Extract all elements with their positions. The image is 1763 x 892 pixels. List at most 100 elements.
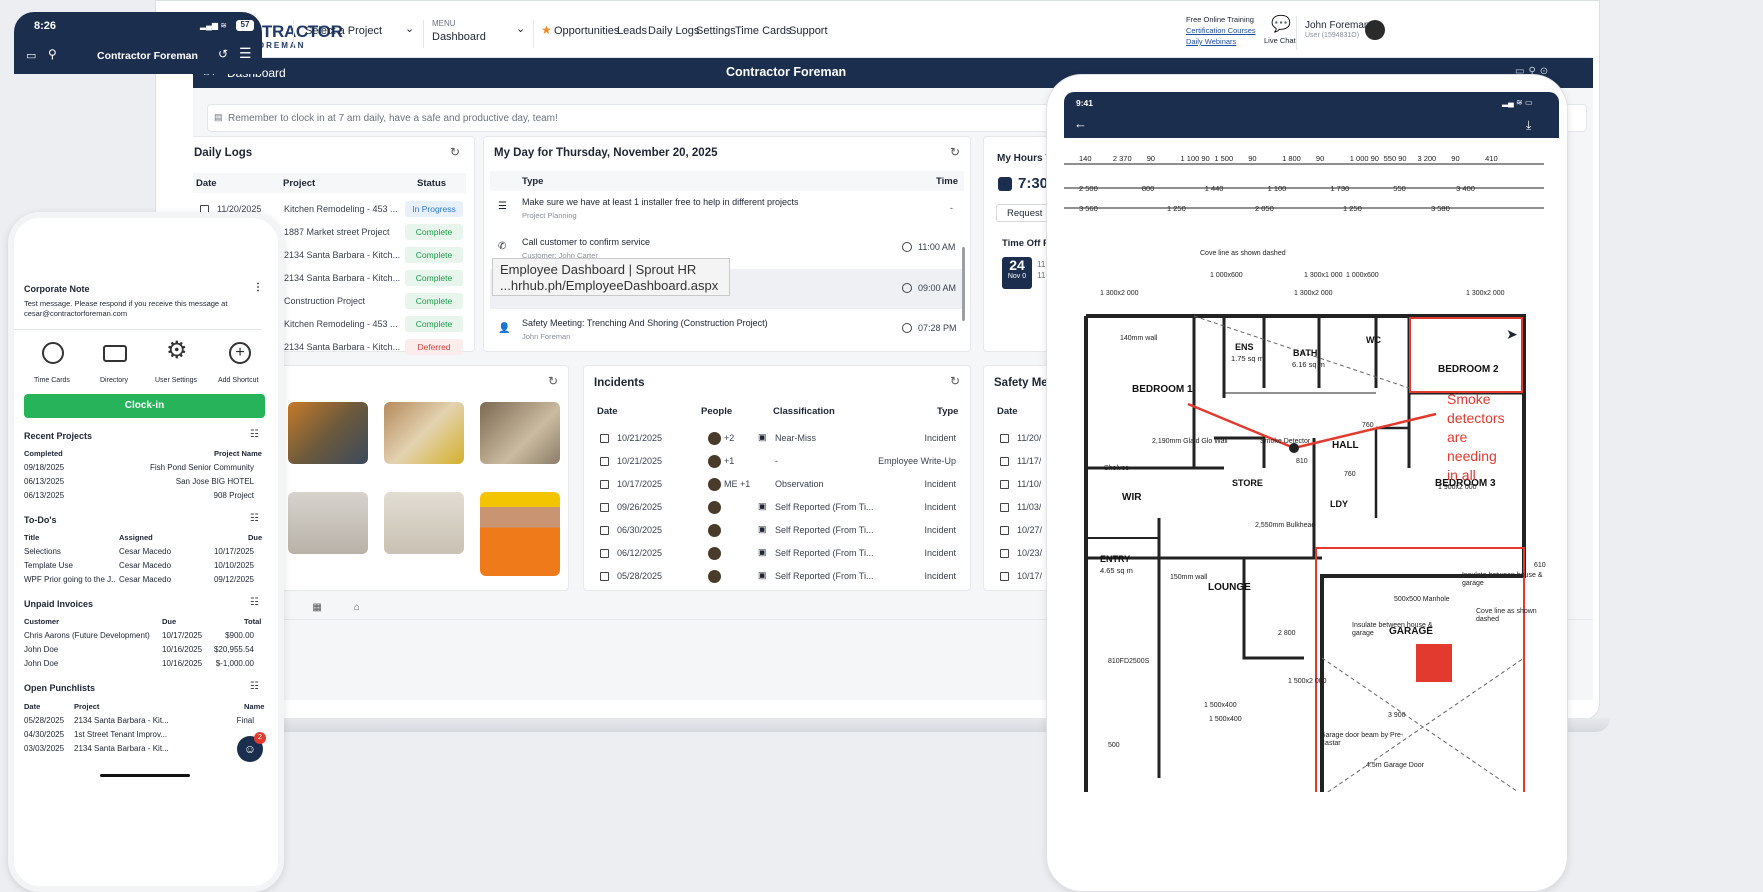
my-day-item-title[interactable]: Call customer to confirm service [522,237,650,247]
cell: 10/16/2025 [162,645,203,654]
list-item[interactable]: 09/18/2025 Fish Pond Senior Community [14,463,262,476]
incidents-card: Incidents ↻ Date People Classification T… [583,365,971,591]
my-day-item-title[interactable]: Safety Meeting: Trenching And Shoring (C… [522,318,768,328]
shortcut-time-cards[interactable]: Time Cards [34,377,70,384]
table-row[interactable]: 10/17/2025 ME +1 Observation Incident [590,474,966,496]
cell: 03/03/2025 [24,744,65,753]
photo-thumb[interactable] [288,492,368,554]
chevron-down-icon[interactable]: ⌄ [516,22,525,35]
shortcut-directory[interactable]: Directory [100,377,128,384]
photo-thumb[interactable] [480,402,560,464]
list-item[interactable]: 06/13/2025 San Jose BIG HOTEL [14,477,262,490]
report-icon: ▣ [758,501,767,511]
dimension-label: 1 250 [1343,204,1362,213]
plan-label: 2,190mm Glaid Glo Wall [1152,438,1228,445]
live-chat-label[interactable]: Live Chat [1264,36,1296,45]
back-arrow-icon[interactable]: ← [1074,116,1087,131]
my-day-item-time: 09:00 AM [918,283,957,293]
gear-icon[interactable]: ⚙ [166,336,188,365]
photo-thumb[interactable] [384,492,464,554]
clock-icon [902,283,912,293]
refresh-icon[interactable]: ↻ [548,374,558,388]
refresh-icon[interactable]: ↻ [950,374,960,388]
list-icon[interactable]: ☷ [250,429,259,440]
refresh-icon[interactable]: ↻ [450,145,460,159]
search-icon[interactable]: ⚲ [48,47,57,61]
more-icon[interactable]: ⋮ [253,282,263,293]
worker-photo[interactable] [480,492,560,576]
shortcut-user-settings[interactable]: User Settings [155,377,197,384]
shortcut-add[interactable]: Add Shortcut [218,377,258,384]
list-item[interactable]: 05/28/2025 2134 Santa Barbara - Kit... Fin… [14,716,262,729]
chevron-down-icon[interactable]: ⌄ [405,22,414,35]
add-icon[interactable]: + [229,342,251,364]
table-row[interactable]: 05/28/2025 ▣ Self Reported (From Ti... I… [590,566,966,588]
list-item[interactable]: WPF Prior going to the J... Cesar Macedo 0… [14,575,262,588]
clock-in-button[interactable]: Clock-in [24,394,265,418]
plan-label: 4.5m Garage Door [1366,762,1424,769]
dimension-label: 1 730 [1330,184,1350,193]
person-icon: 👤 [498,323,511,334]
room-area: 6.16 sq m [1292,360,1325,369]
avatar[interactable] [1365,20,1385,40]
cell: $-1,000.00 [215,659,254,668]
video-icon[interactable]: ▭ [26,49,36,62]
room-label: LOUNGE [1208,582,1251,593]
nav-leads[interactable]: Leads [617,25,647,37]
calendar-icon [1000,526,1009,535]
table-row[interactable]: 10/21/2025 +1 - Employee Write-Up [590,451,966,473]
table-row[interactable]: 06/30/2025 ▣ Self Reported (From Ti... I… [590,520,966,542]
list-item[interactable]: Chris Aarons (Future Development) 10/17/2… [14,631,262,644]
plan-label: 2 800 [1278,630,1296,637]
col-project: Project [74,702,100,711]
nav-settings[interactable]: Settings [696,25,736,37]
list-item[interactable]: Template Use Cesar Macedo 10/10/2025 [14,561,262,574]
table-row[interactable]: 06/12/2025 ▣ Self Reported (From Ti... I… [590,543,966,565]
nav-opportunities[interactable]: Opportunities [554,25,619,37]
list-item[interactable]: 06/13/2025 908 Project [14,491,262,504]
project-select[interactable]: Select a Project [305,25,382,37]
user-name[interactable]: John Foreman [1305,20,1369,31]
menu-icon[interactable]: ☰ [239,45,252,62]
photo-thumb[interactable] [288,402,368,464]
time-off-title: Time Off R [1002,238,1050,249]
list-icon[interactable]: ☷ [250,597,259,608]
bottom-toolbar-icons[interactable]: ↗▦⌂ [272,602,392,613]
table-row[interactable]: 10/21/2025 +2 ▣ Near-Miss Incident [590,428,966,450]
avatar [708,478,721,491]
list-item[interactable]: 03/03/2025 2134 Santa Barbara - Kit... [14,744,262,757]
directory-icon[interactable] [103,345,127,362]
list-icon[interactable]: ☷ [250,513,259,524]
row-date: 10/17/ [1017,571,1043,581]
nav-daily-logs[interactable]: Daily Logs [648,25,699,37]
refresh-icon[interactable]: ↻ [950,145,960,159]
photo-thumb[interactable] [384,402,464,464]
my-day-item-title[interactable]: Make sure we have at least 1 installer f… [522,197,798,207]
chat-icon[interactable]: 💬 [1271,14,1291,34]
webinars-link[interactable]: Daily Webinars [1186,37,1236,46]
list-item[interactable]: John Doe 10/16/2025 $20,955.54 [14,645,262,658]
scrollbar[interactable] [962,247,965,321]
note-pin-icon[interactable] [1416,644,1452,682]
note-icon: ▤ [214,112,223,122]
history-icon[interactable]: ↺ [218,47,228,61]
clock-icon [902,323,912,333]
status-badge: Deferred [405,339,463,355]
download-icon[interactable]: ⤓ [1526,118,1531,133]
list-item[interactable]: 04/30/2025 1st Street Tenant Improv... [14,730,262,743]
menu-select[interactable]: Dashboard [432,31,486,43]
nav-time-cards[interactable]: Time Cards [735,25,791,37]
tablet-header: 9:41 ▂▄ ≋ ▭ ← ⤓ [1064,92,1559,138]
nav-support[interactable]: Support [789,25,828,37]
dimension-label: 2 500 [1079,184,1098,193]
list-icon[interactable]: ☷ [250,681,259,692]
row-classification: Self Reported (From Ti... [775,525,874,535]
clock-icon[interactable] [42,342,64,364]
date-tile[interactable]: 24 Nov 0 [1002,257,1032,289]
table-row[interactable]: 09/26/2025 ▣ Self Reported (From Ti... I… [590,497,966,519]
phone-header: 8:26 ▂▄▆ ≋ 57 ▭ ⚲ Contractor Foreman ↺ ☰ [14,12,262,74]
certification-link[interactable]: Certification Courses [1186,26,1256,35]
list-item[interactable]: John Doe 10/16/2025 $-1,000.00 [14,659,262,672]
list-item[interactable]: Selections Cesar Macedo 10/17/2025 [14,547,262,560]
plan-label: 810 [1296,458,1308,465]
